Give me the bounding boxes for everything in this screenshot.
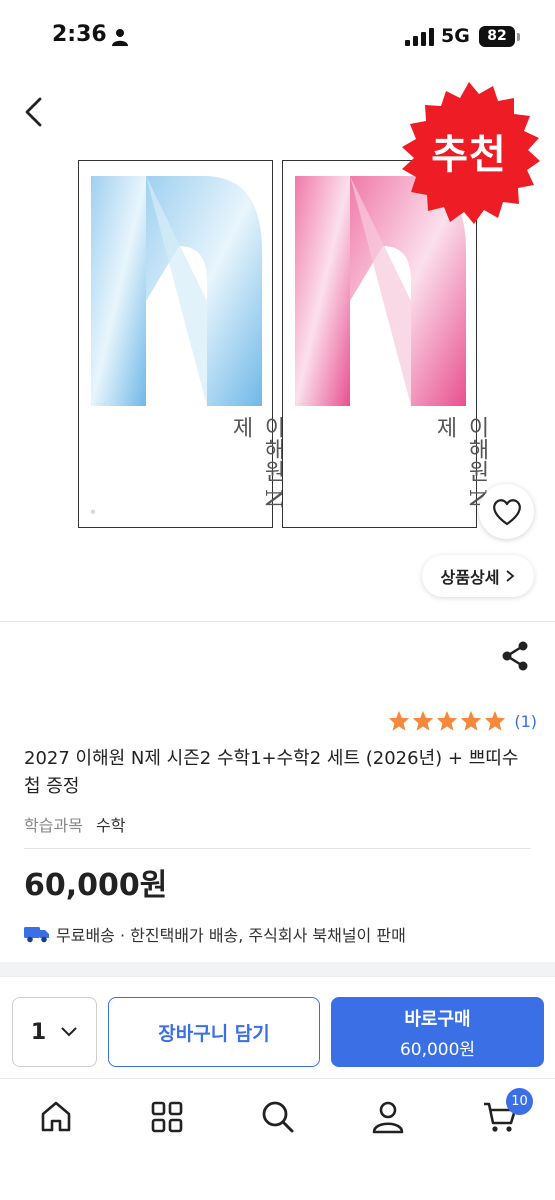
product-image-book-blue: · · · · · · 이해원 N제 ◎ bbox=[78, 160, 285, 528]
section-separator bbox=[0, 962, 555, 976]
status-bar: 2:36 5G 82 bbox=[0, 0, 555, 70]
status-time: 2:36 bbox=[52, 22, 107, 47]
product-price: 60,000원 bbox=[24, 868, 168, 903]
buy-now-button[interactable]: 바로구매 60,000원 bbox=[331, 997, 544, 1067]
star-icon bbox=[461, 710, 482, 731]
battery-icon: 82 bbox=[479, 26, 515, 47]
divider bbox=[0, 621, 555, 622]
home-icon[interactable] bbox=[38, 1099, 74, 1135]
buy-now-price: 60,000원 bbox=[399, 1039, 476, 1060]
shipping-text: 무료배송 · 한진택배가 배송, 주식회사 북채널이 판매 bbox=[56, 926, 406, 945]
star-icon bbox=[389, 710, 410, 731]
shipping-info: 무료배송 · 한진택배가 배송, 주식회사 북채널이 판매 bbox=[24, 922, 406, 946]
book-small-text: · · · · · · bbox=[295, 401, 309, 406]
bottom-tab-bar bbox=[0, 1078, 555, 1200]
search-icon[interactable] bbox=[260, 1099, 296, 1135]
rating[interactable]: (1) bbox=[388, 710, 537, 732]
purchase-action-bar: 1 장바구니 담기 바로구매 60,000원 bbox=[0, 976, 555, 1078]
person-icon bbox=[112, 29, 128, 46]
network-label: 5G bbox=[441, 25, 470, 47]
quantity-value: 1 bbox=[30, 1019, 47, 1045]
grid-icon[interactable] bbox=[149, 1099, 185, 1135]
book-title-sign: 이해원 N제 bbox=[228, 416, 285, 509]
buy-now-label: 바로구매 bbox=[404, 1008, 471, 1030]
like-button[interactable] bbox=[479, 484, 534, 539]
truck-icon bbox=[24, 927, 49, 943]
share-button[interactable] bbox=[500, 640, 530, 672]
star-icon bbox=[485, 710, 506, 731]
subject-value: 수학 bbox=[95, 816, 126, 835]
product-title: 2027 이해원 N제 시즌2 수학1+수학2 세트 (2026년) + 쁘띠수… bbox=[24, 748, 519, 797]
book-small-text: · · · · · · bbox=[91, 401, 105, 406]
battery-tip bbox=[517, 33, 520, 41]
star-icon bbox=[413, 710, 434, 731]
chevron-down-icon bbox=[61, 1027, 77, 1037]
cart-count-badge: 10 bbox=[506, 1088, 533, 1115]
subject-label: 학습과목 bbox=[24, 816, 83, 835]
divider bbox=[24, 848, 531, 849]
review-count-link[interactable]: (1) bbox=[514, 712, 537, 731]
heart-icon bbox=[492, 498, 521, 525]
signal-icon bbox=[405, 28, 434, 46]
product-detail-label: 상품상세 bbox=[440, 568, 500, 587]
recommend-badge-label: 추천 bbox=[431, 132, 507, 178]
user-icon[interactable] bbox=[370, 1099, 406, 1135]
back-button[interactable] bbox=[18, 95, 52, 129]
subject-row: 학습과목 수학 bbox=[24, 812, 125, 836]
star-icon bbox=[437, 710, 458, 731]
chevron-right-icon bbox=[506, 570, 515, 582]
add-to-cart-button[interactable]: 장바구니 담기 bbox=[108, 997, 320, 1067]
product-detail-button[interactable]: 상품상세 bbox=[422, 555, 534, 597]
book-publisher-logo: ◎ bbox=[91, 509, 96, 515]
quantity-select[interactable]: 1 bbox=[12, 997, 97, 1067]
